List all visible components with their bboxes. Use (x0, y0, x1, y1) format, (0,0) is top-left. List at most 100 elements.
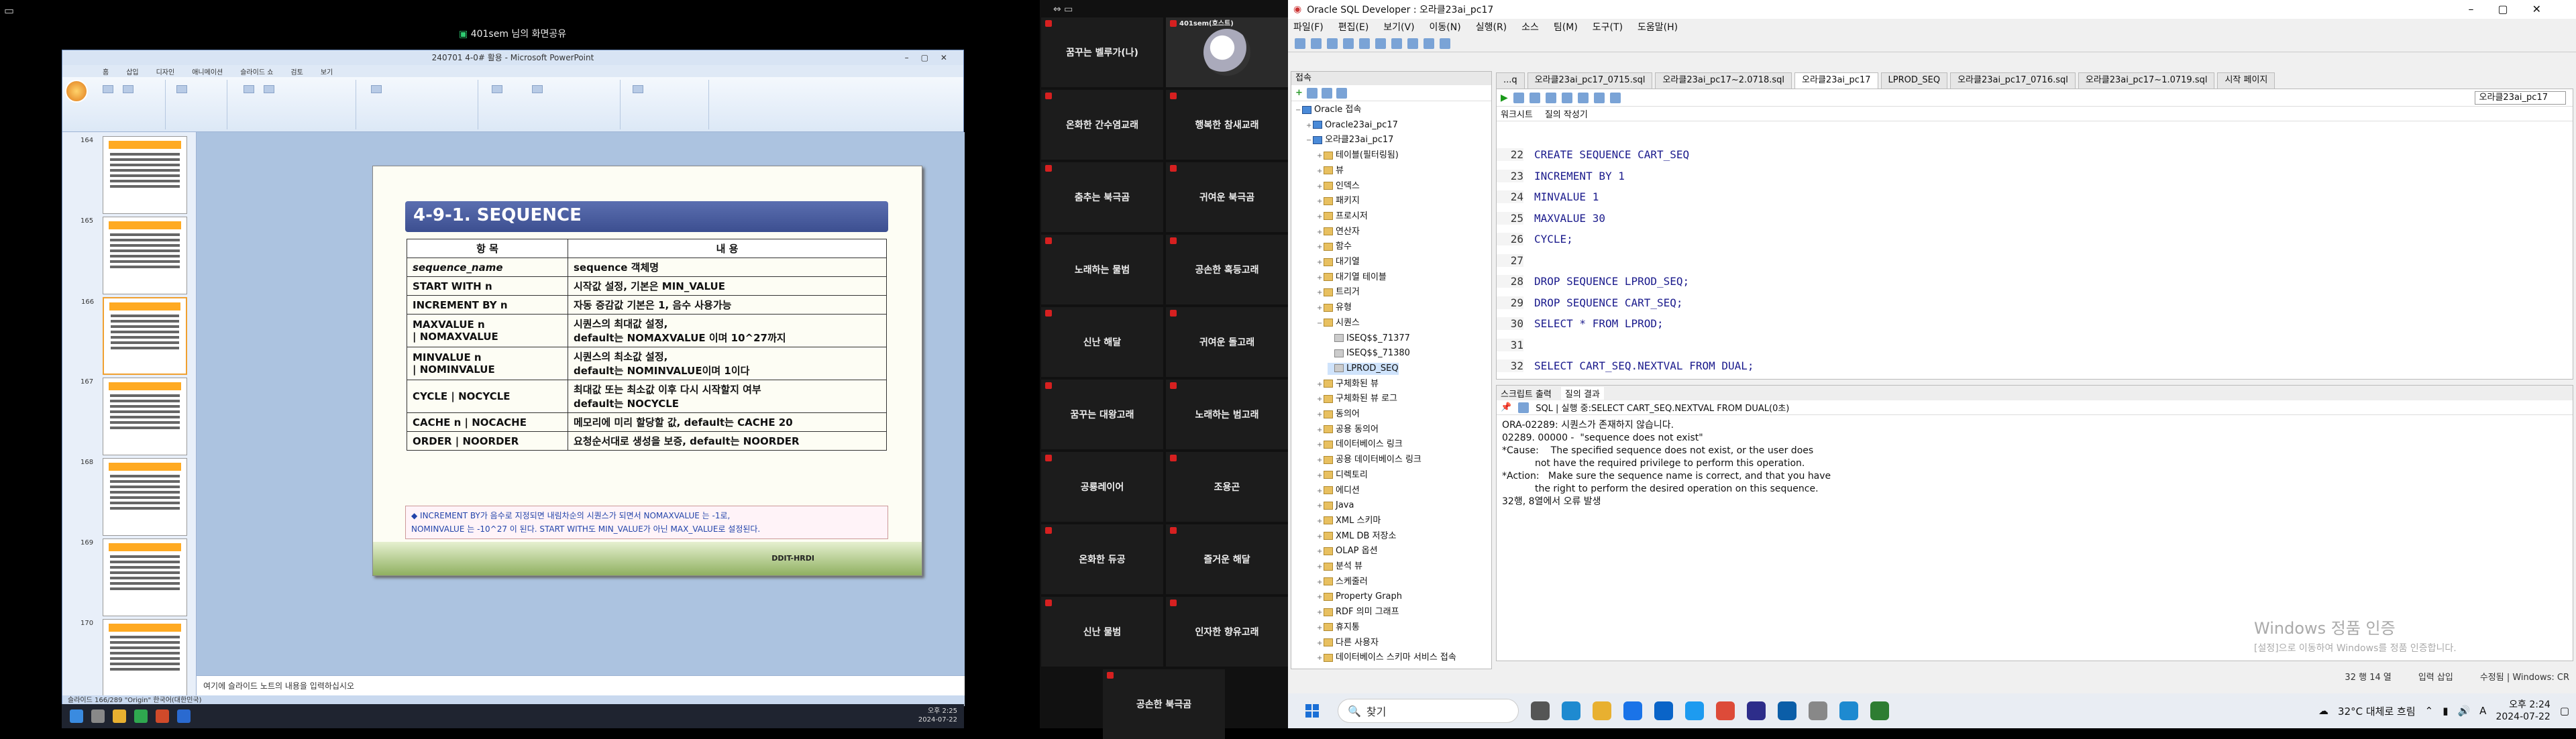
expand-toggle-icon[interactable]: + (1317, 577, 1324, 589)
new-icon[interactable] (1295, 38, 1305, 49)
expand-toggle-icon[interactable]: + (1317, 546, 1324, 558)
tree-node[interactable]: + RDF 의미 그래프 (1317, 606, 1399, 618)
tree-node[interactable]: + 구체화된 뷰 (1317, 378, 1379, 390)
slide-thumbnail[interactable]: 166 (81, 297, 187, 375)
participant-tile[interactable]: 노래하는 물범 (1041, 235, 1163, 304)
editor-tab[interactable]: 오라클23ai_pc17~2.0718.sql (1655, 72, 1792, 89)
expand-toggle-icon[interactable]: + (1317, 561, 1324, 573)
tree-node[interactable]: + 트리거 (1317, 286, 1360, 298)
tree-node[interactable]: + Property Graph (1317, 591, 1402, 603)
taskbar-clock[interactable]: 오후 2:24 2024-07-22 (2496, 699, 2550, 723)
tree-node[interactable]: + 데이터베이스 링크 (1317, 439, 1403, 451)
expand-toggle-icon[interactable]: + (1317, 622, 1324, 634)
filter-icon[interactable] (1321, 87, 1332, 99)
tab-script-output[interactable]: 스크립트 출력 (1501, 387, 1552, 400)
tree-node[interactable]: + OLAP 옵션 (1317, 545, 1378, 557)
expand-toggle-icon[interactable]: − (1295, 105, 1302, 117)
tab-query-result[interactable]: 질의 결과 (1560, 386, 1604, 400)
ribbon-tab[interactable]: 삽입 (126, 66, 138, 76)
tab-query-builder[interactable]: 질의 작성기 (1545, 107, 1588, 120)
task-view-icon[interactable] (1531, 701, 1550, 720)
expand-toggle-icon[interactable]: + (1317, 150, 1324, 162)
participant-tile[interactable]: 온화한 듀공 (1041, 524, 1163, 594)
host-tile[interactable]: 401sem(호스트) (1166, 17, 1288, 87)
expand-toggle-icon[interactable]: + (1317, 638, 1324, 650)
expand-toggle-icon[interactable]: + (1317, 516, 1324, 528)
tree-node[interactable]: + 공용 데이터베이스 링크 (1317, 454, 1421, 466)
menu-item[interactable]: 이동(N) (1430, 20, 1461, 34)
chrome-icon[interactable] (134, 709, 148, 723)
rollback-icon[interactable] (1545, 92, 1556, 103)
expand-toggle-icon[interactable]: + (1317, 272, 1324, 284)
commit-icon[interactable] (1529, 92, 1540, 103)
back-icon[interactable] (1391, 38, 1402, 49)
tree-node[interactable]: + 동의어 (1317, 408, 1360, 420)
expand-toggle-icon[interactable]: + (1317, 486, 1324, 498)
tree-node[interactable]: + XML 스키마 (1317, 515, 1381, 527)
tree-node[interactable]: + 디렉토리 (1317, 469, 1368, 481)
expand-toggle-icon[interactable]: + (1317, 379, 1324, 391)
file-explorer-icon[interactable] (1593, 701, 1611, 720)
editor-tab[interactable]: 오라클23ai_pc17 (1794, 72, 1878, 89)
tree-node[interactable]: + 함수 (1317, 241, 1352, 253)
participant-tile[interactable]: 귀여운 북극곰 (1166, 162, 1288, 232)
slide-thumbnail[interactable]: 164 (80, 136, 187, 214)
slide-thumbnail[interactable]: 169 (80, 538, 187, 616)
twitter-icon[interactable] (1685, 701, 1704, 720)
menu-item[interactable]: 팀(M) (1554, 20, 1578, 34)
pin-icon[interactable]: 📌 (1501, 402, 1511, 412)
expand-toggle-icon[interactable]: + (1317, 455, 1324, 467)
tree-node[interactable]: + 프로시저 (1317, 211, 1368, 223)
expand-toggle-icon[interactable]: + (1317, 181, 1324, 193)
connection-select[interactable]: 오라클23ai_pc17 (2474, 91, 2566, 105)
tree-node[interactable]: ISEQ$$_71377 (1328, 333, 1410, 345)
schema-icon[interactable] (1336, 87, 1347, 99)
chrome-icon[interactable] (1716, 701, 1735, 720)
ribbon-tab[interactable]: 홈 (103, 66, 109, 76)
editor-tab[interactable]: 오라클23ai_pc17~1.0719.sql (2078, 72, 2215, 89)
add-connection-icon[interactable]: + (1295, 88, 1303, 98)
tree-node[interactable]: + 유형 (1317, 302, 1352, 314)
expand-toggle-icon[interactable]: + (1317, 591, 1324, 604)
chevron-up-icon[interactable]: ⌃ (2425, 705, 2434, 717)
notification-icon[interactable]: ▢ (2560, 705, 2569, 717)
tree-node[interactable]: ISEQ$$_71380 (1328, 347, 1410, 359)
participant-tile[interactable]: 온화한 간수염교래 (1041, 90, 1163, 160)
mail-icon[interactable] (1654, 701, 1673, 720)
tree-node[interactable]: + 대기열 (1317, 256, 1360, 268)
expand-toggle-icon[interactable]: + (1317, 470, 1324, 482)
expand-toggle-icon[interactable]: + (1317, 394, 1324, 406)
tree-node[interactable]: + 스케줄러 (1317, 576, 1368, 588)
tree-node[interactable]: + 테이블(필터링됨) (1317, 150, 1399, 162)
editor-tab[interactable]: 오라클23ai_pc17_0715.sql (1527, 72, 1653, 89)
menu-item[interactable]: 도움말(H) (1638, 20, 1678, 34)
editor-tab[interactable]: ...q (1496, 72, 1525, 89)
tree-node[interactable]: − 오라클23ai_pc17 (1306, 134, 1393, 146)
folder-icon[interactable] (113, 709, 126, 723)
tab-worksheet[interactable]: 워크시트 (1501, 107, 1533, 120)
ribbon-tab[interactable]: 보기 (321, 66, 333, 76)
tree-node[interactable]: + 패키지 (1317, 195, 1360, 207)
ribbon-tab[interactable]: 검토 (290, 66, 303, 76)
menu-item[interactable]: 파일(F) (1293, 20, 1324, 34)
redo-icon[interactable] (1375, 38, 1386, 49)
autotrace-icon[interactable] (1577, 92, 1589, 103)
menu-item[interactable]: 소스 (1521, 20, 1539, 34)
open-icon[interactable] (1311, 38, 1322, 49)
office-button[interactable] (65, 80, 88, 103)
participant-tile[interactable]: 노래하는 범고래 (1166, 380, 1288, 449)
participant-tile[interactable]: 행복한 참새교래 (1166, 90, 1288, 160)
store-icon[interactable] (1623, 701, 1642, 720)
tree-node[interactable]: + 공용 동의어 (1317, 424, 1379, 436)
tree-node[interactable]: + 뷰 (1317, 165, 1344, 177)
expand-toggle-icon[interactable]: + (1317, 500, 1324, 512)
participant-tile[interactable]: 공손한 북극곰 (1103, 669, 1225, 739)
participant-tile[interactable]: 조용곤 (1166, 452, 1288, 522)
participant-tile[interactable]: 신난 물범 (1041, 597, 1163, 667)
participant-tile[interactable]: 즐거운 해달 (1166, 524, 1288, 594)
format-icon[interactable] (1609, 92, 1621, 103)
participant-tile[interactable]: 신난 해달 (1041, 307, 1163, 377)
editor-tab[interactable]: 오라클23ai_pc17_0716.sql (1950, 72, 2076, 89)
start-button[interactable] (1305, 704, 1319, 718)
slide-thumbnail[interactable]: 165 (80, 217, 187, 294)
